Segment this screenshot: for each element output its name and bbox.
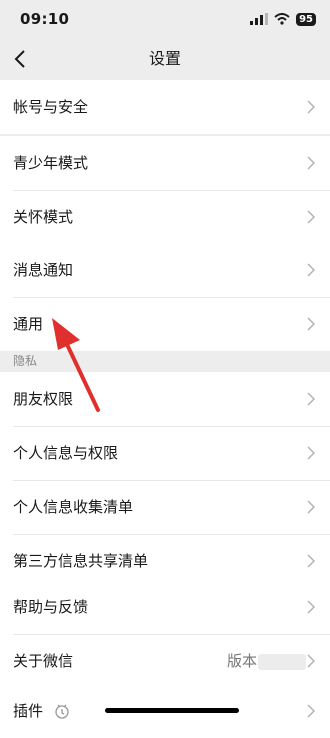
plugin-icon bbox=[55, 704, 69, 719]
group-help: 帮助与反馈 关于微信 版本 8 bbox=[0, 580, 330, 688]
settings-item-help-feedback[interactable]: 帮助与反馈 bbox=[0, 580, 330, 634]
chevron-right-icon bbox=[307, 263, 315, 277]
settings-item-label: 朋友权限 bbox=[13, 390, 74, 408]
settings-item-about-wechat[interactable]: 关于微信 版本 8 bbox=[0, 634, 330, 688]
chevron-right-icon bbox=[307, 100, 315, 114]
section-header-privacy: 隐私 bbox=[13, 354, 38, 368]
settings-item-label: 帐号与安全 bbox=[13, 98, 89, 116]
settings-item-label: 个人信息与权限 bbox=[13, 444, 119, 462]
chevron-right-icon bbox=[307, 500, 315, 514]
settings-item-label: 插件 bbox=[13, 702, 44, 720]
group-general: 消息通知 通用 bbox=[0, 243, 330, 351]
settings-item-label: 关怀模式 bbox=[13, 208, 74, 226]
settings-item-notifications[interactable]: 消息通知 bbox=[0, 243, 330, 297]
group-modes: 青少年模式 关怀模式 bbox=[0, 136, 330, 244]
chevron-right-icon bbox=[307, 392, 315, 406]
chevron-right-icon bbox=[307, 156, 315, 170]
redaction-blur bbox=[258, 654, 306, 670]
signal-icon bbox=[250, 13, 269, 25]
chevron-right-icon bbox=[307, 210, 315, 224]
navigation-bar: 设置 bbox=[0, 38, 330, 80]
settings-item-label: 消息通知 bbox=[13, 261, 74, 279]
chevron-right-icon bbox=[307, 704, 315, 718]
settings-item-label: 青少年模式 bbox=[13, 154, 89, 172]
settings-item-label: 关于微信 bbox=[13, 652, 74, 670]
settings-item-teen-mode[interactable]: 青少年模式 bbox=[0, 136, 330, 190]
settings-item-general[interactable]: 通用 bbox=[0, 297, 330, 351]
chevron-right-icon bbox=[307, 554, 315, 568]
chevron-right-icon bbox=[307, 654, 315, 668]
settings-item-personal-info-permissions[interactable]: 个人信息与权限 bbox=[0, 426, 330, 480]
status-icons: 95 bbox=[250, 12, 316, 26]
status-time: 09:10 bbox=[20, 10, 70, 28]
group-privacy: 朋友权限 个人信息与权限 个人信息收集清单 第三方信息共享清单 bbox=[0, 372, 330, 588]
chevron-right-icon bbox=[307, 600, 315, 614]
chevron-right-icon bbox=[307, 317, 315, 331]
settings-item-personal-info-collection[interactable]: 个人信息收集清单 bbox=[0, 480, 330, 534]
wifi-icon bbox=[274, 13, 290, 25]
settings-item-account-security[interactable]: 帐号与安全 bbox=[0, 80, 330, 134]
group-account: 帐号与安全 bbox=[0, 80, 330, 134]
chevron-right-icon bbox=[307, 446, 315, 460]
settings-item-care-mode[interactable]: 关怀模式 bbox=[0, 190, 330, 244]
settings-item-friend-permissions[interactable]: 朋友权限 bbox=[0, 372, 330, 426]
page-title: 设置 bbox=[148, 49, 181, 68]
settings-item-label: 个人信息收集清单 bbox=[13, 498, 134, 516]
settings-item-label: 帮助与反馈 bbox=[13, 598, 89, 616]
status-bar: 09:10 95 bbox=[0, 0, 330, 38]
home-indicator bbox=[105, 708, 239, 713]
settings-item-label: 通用 bbox=[13, 315, 44, 333]
battery-icon: 95 bbox=[296, 12, 316, 26]
